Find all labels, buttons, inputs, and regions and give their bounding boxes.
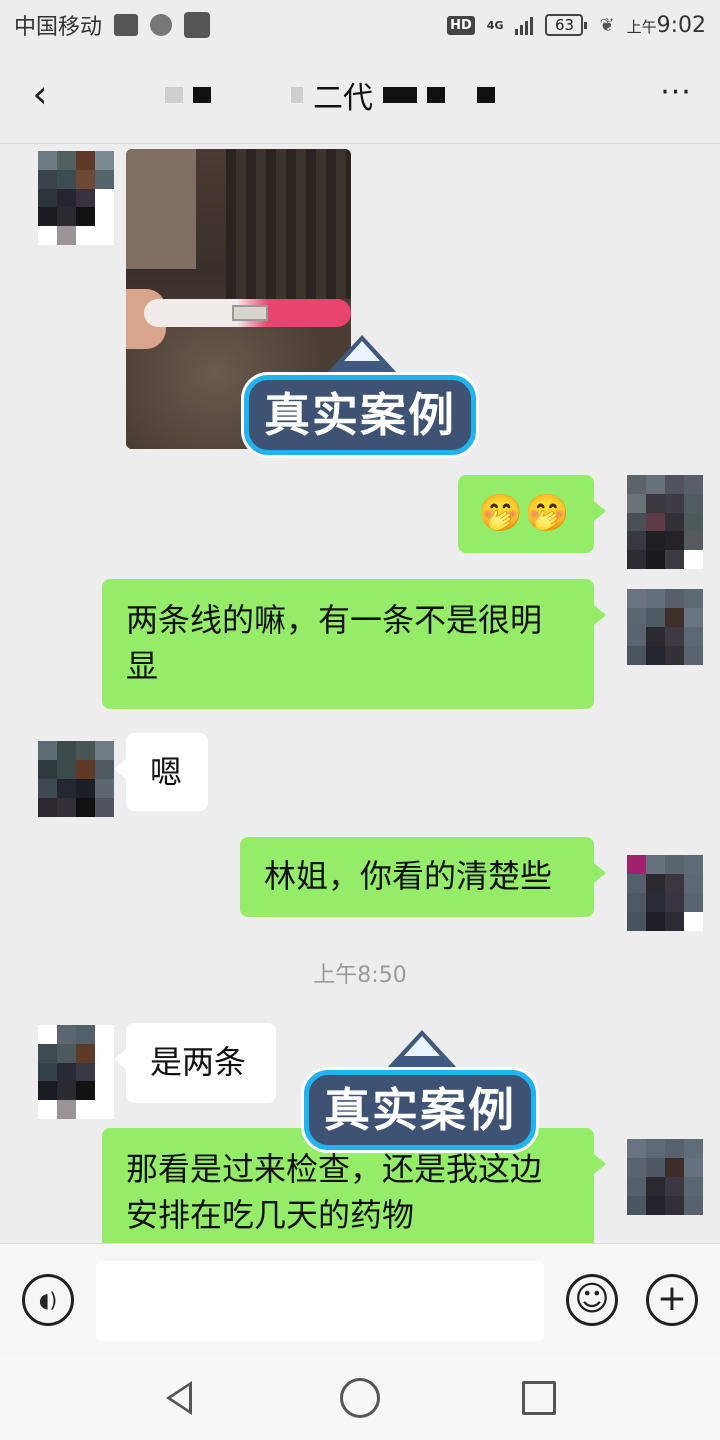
location-icon — [150, 14, 173, 36]
message-bubble-outgoing[interactable]: 🤭🤭 — [458, 475, 606, 553]
watermark-label: 真实案例 — [244, 375, 476, 455]
leaf-icon: ❦ — [599, 14, 615, 36]
battery-icon: 63 — [545, 14, 588, 36]
signal-icon — [515, 15, 534, 35]
redaction — [193, 87, 211, 103]
timestamp: 上午8:50 — [313, 963, 407, 988]
system-nav-bar — [0, 1356, 720, 1440]
emoji-icon[interactable]: ☺ — [566, 1274, 618, 1326]
avatar[interactable] — [38, 1025, 114, 1119]
plus-icon[interactable]: + — [646, 1274, 698, 1326]
mountain-snow — [404, 1036, 440, 1056]
message-bubble-incoming[interactable]: 嗯 — [114, 733, 208, 811]
watermark: 真实案例 — [304, 1030, 536, 1150]
status-bar: 中国移动 HD 4G 63 ❦ 上午9:02 — [0, 0, 720, 50]
network-type: 4G — [486, 18, 504, 32]
photo-curtain — [226, 149, 351, 299]
clock: 9:02 — [656, 12, 706, 38]
redaction — [477, 87, 495, 103]
redaction — [427, 87, 445, 103]
message-bubble-outgoing[interactable]: 两条线的嘛，有一条不是很明显 — [102, 579, 606, 709]
chat-title-row: 二代 — [130, 75, 530, 116]
nav-back-icon[interactable] — [160, 1378, 200, 1418]
voice-icon[interactable]: ◖) — [22, 1274, 74, 1326]
more-dots-icon[interactable]: ··· — [654, 78, 698, 112]
message-list[interactable]: 真实案例 🤭🤭 两条线的嘛，有一条不是很明显 嗯 林姐，你看的清楚些 上午8:5… — [0, 145, 720, 1243]
self-avatar[interactable] — [627, 475, 703, 569]
photo-box — [126, 149, 196, 269]
chat-title: 二代 — [313, 81, 373, 116]
nav-home-icon[interactable] — [340, 1378, 380, 1418]
avatar[interactable] — [38, 151, 114, 245]
test-strip-window — [232, 305, 268, 321]
self-avatar[interactable] — [627, 1139, 703, 1215]
redaction — [383, 87, 417, 103]
avatar[interactable] — [38, 741, 114, 817]
sim-icon — [114, 14, 139, 36]
notification-icon — [184, 12, 211, 38]
watermark: 真实案例 — [244, 335, 476, 455]
mountain-snow — [344, 341, 380, 361]
message-input[interactable] — [96, 1261, 544, 1341]
self-avatar[interactable] — [627, 855, 703, 931]
redaction — [291, 87, 303, 103]
chevron-left-icon[interactable]: ‹ — [20, 72, 60, 116]
carrier-label: 中国移动 — [14, 15, 103, 40]
time-prefix: 上午 — [626, 17, 657, 36]
message-bubble-outgoing[interactable]: 林姐，你看的清楚些 — [240, 837, 606, 917]
watermark-label: 真实案例 — [304, 1070, 536, 1150]
redaction — [165, 87, 183, 103]
hd-icon: HD — [447, 15, 475, 35]
nav-recent-icon[interactable] — [522, 1381, 556, 1415]
input-bar: ◖) ☺ + — [0, 1243, 720, 1356]
message-bubble-incoming[interactable]: 是两条 — [114, 1023, 276, 1103]
self-avatar[interactable] — [627, 589, 703, 665]
chat-header: ‹ 二代 ··· — [0, 50, 720, 144]
